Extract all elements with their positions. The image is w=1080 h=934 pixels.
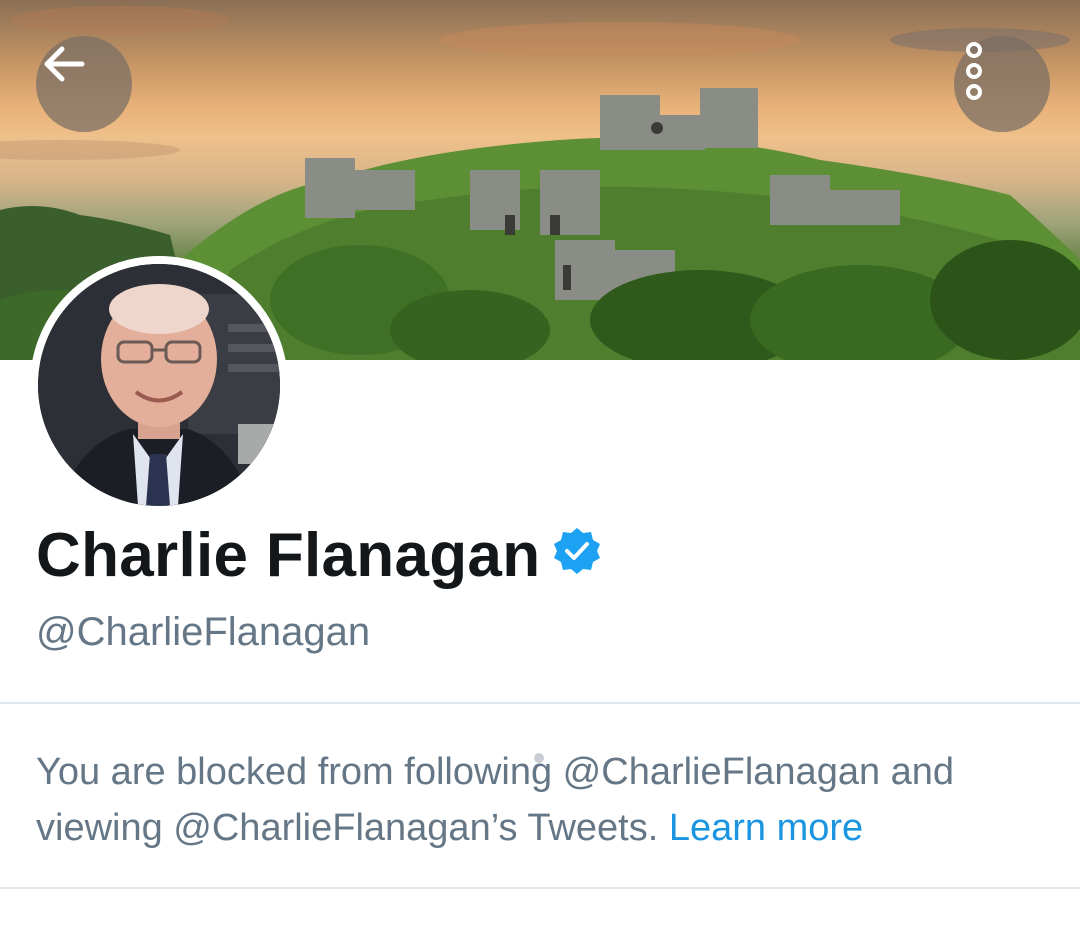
divider [0, 702, 1080, 704]
more-options-button[interactable] [954, 36, 1050, 132]
handle: @CharlieFlanagan [36, 610, 371, 654]
avatar-photo [38, 264, 280, 506]
display-name: Charlie Flanagan [36, 521, 541, 590]
back-button[interactable] [36, 36, 132, 132]
verified-badge-icon [554, 528, 600, 574]
divider [0, 887, 1080, 889]
avatar[interactable] [30, 256, 288, 514]
blocked-notice: You are blocked from following @CharlieF… [36, 744, 1056, 856]
arrow-left-icon [44, 46, 85, 82]
more-vertical-icon [966, 42, 982, 100]
learn-more-link[interactable]: Learn more [669, 807, 863, 849]
